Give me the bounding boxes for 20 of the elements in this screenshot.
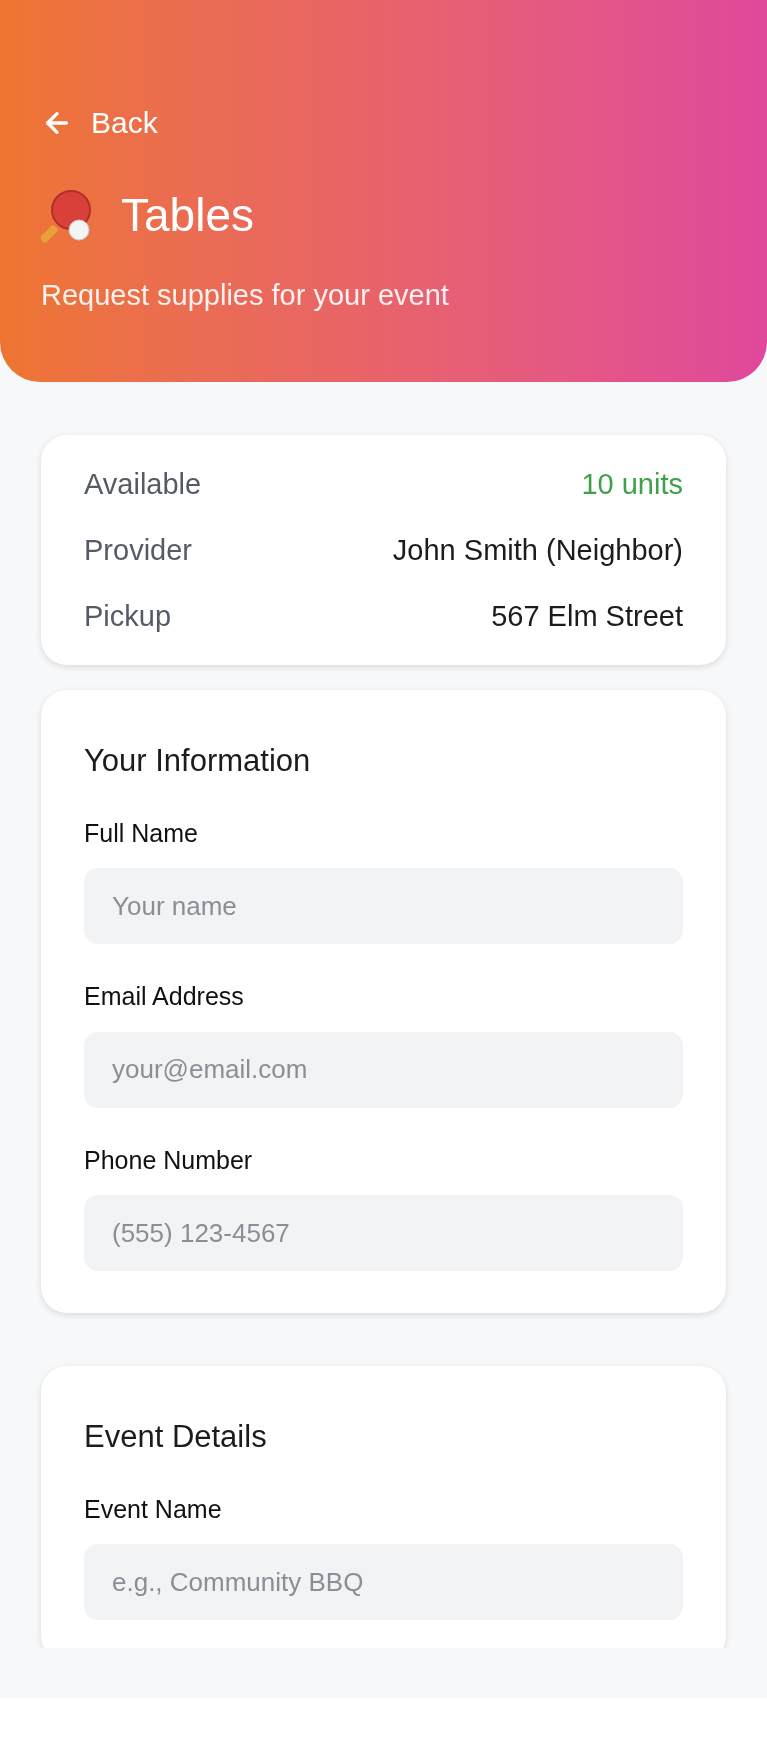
page-title: Tables	[121, 188, 254, 243]
summary-value: John Smith (Neighbor)	[392, 533, 683, 568]
input-field[interactable]: Your name	[84, 868, 683, 944]
summary-value: 567 Elm Street	[491, 599, 683, 634]
summary-label: Pickup	[84, 599, 172, 634]
field-label: Email Address	[84, 981, 245, 1012]
summary-label: Provider	[84, 533, 192, 568]
field-label: Event Name	[84, 1493, 223, 1525]
ping-pong-paddle-icon	[41, 187, 93, 244]
summary-label: Available	[84, 467, 202, 502]
field-label: Full Name	[84, 817, 199, 849]
input-field[interactable]: your@email.com	[84, 1031, 683, 1108]
section-title: Event Details	[84, 1418, 268, 1456]
back-button[interactable]: Back	[41, 100, 158, 145]
page-subtitle: Request supplies for your event	[41, 278, 450, 313]
input-field[interactable]: (555) 123-4567	[84, 1195, 683, 1271]
summary-value: 10 units	[581, 467, 683, 502]
field-label: Phone Number	[84, 1144, 254, 1176]
input-field[interactable]: e.g., Community BBQ	[84, 1544, 683, 1620]
section-title: Your Information	[84, 742, 312, 780]
